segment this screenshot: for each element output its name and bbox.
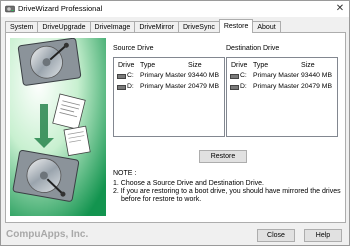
source-row-drive: C: <box>127 72 134 79</box>
destination-drive-list[interactable]: Drive Type Size C: Primary Master 93440 … <box>226 57 338 137</box>
source-col-drive: Drive <box>118 62 135 69</box>
note-heading: NOTE : <box>113 170 137 177</box>
hard-drive-illustration <box>10 38 106 216</box>
brand-label: CompuApps, Inc. <box>6 229 89 240</box>
source-row-c[interactable]: C: Primary Master 93440 MB <box>114 71 224 81</box>
note-line-2: 2. If you are restoring to a boot drive,… <box>113 188 341 195</box>
hard-drive-icon <box>230 85 239 90</box>
app-window: DriveWizard Professional ✕ System DriveU… <box>0 0 350 246</box>
drive-illustration <box>10 38 106 216</box>
hard-drive-icon <box>230 74 239 79</box>
help-button[interactable]: Help <box>304 229 342 242</box>
dest-col-drive: Drive <box>231 62 248 69</box>
note-line-1: 1. Choose a Source Drive and Destination… <box>113 180 264 187</box>
source-col-type: Type <box>140 62 156 69</box>
dest-col-size: Size <box>301 62 315 69</box>
source-row-d[interactable]: D: Primary Master 20479 MB <box>114 82 224 92</box>
close-icon[interactable]: ✕ <box>331 1 349 17</box>
source-row-size: 20479 MB <box>188 83 219 90</box>
dest-row-drive: C: <box>240 72 247 79</box>
source-row-type: Primary Master <box>140 72 187 79</box>
hard-drive-icon <box>117 74 126 79</box>
dest-row-size: 20479 MB <box>301 83 332 90</box>
dest-row-size: 93440 MB <box>301 72 332 79</box>
source-row-drive: D: <box>127 83 134 90</box>
destination-drive-label: Destination Drive <box>226 45 280 52</box>
hard-drive-icon <box>117 85 126 90</box>
restore-button[interactable]: Restore <box>199 150 247 163</box>
source-drive-label: Source Drive <box>113 45 154 52</box>
source-col-size: Size <box>188 62 202 69</box>
dest-row-type: Primary Master <box>253 83 300 90</box>
source-drive-list[interactable]: Drive Type Size C: Primary Master 93440 … <box>113 57 225 137</box>
app-icon <box>5 5 15 13</box>
dest-row-type: Primary Master <box>253 72 300 79</box>
title-bar: DriveWizard Professional ✕ <box>1 1 349 17</box>
source-row-size: 93440 MB <box>188 72 219 79</box>
close-button[interactable]: Close <box>257 229 295 242</box>
source-row-type: Primary Master <box>140 83 187 90</box>
dest-row-drive: D: <box>240 83 247 90</box>
note-line-3: before for restore to work. <box>121 196 202 203</box>
window-title: DriveWizard Professional <box>18 4 103 13</box>
tab-restore[interactable]: Restore <box>218 19 254 33</box>
dest-row-c[interactable]: C: Primary Master 93440 MB <box>227 71 337 81</box>
dest-col-type: Type <box>253 62 269 69</box>
dest-row-d[interactable]: D: Primary Master 20479 MB <box>227 82 337 92</box>
